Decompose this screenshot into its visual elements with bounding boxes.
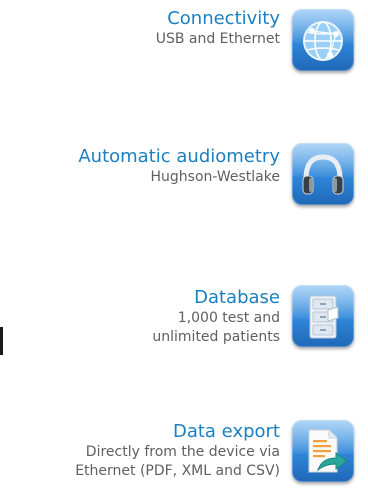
edge-mark: [0, 327, 3, 355]
headphones-icon: [292, 143, 354, 205]
feature-description: Ethernet (PDF, XML and CSV): [75, 463, 280, 479]
feature-text: Data export Directly from the device via…: [75, 421, 280, 481]
feature-description: Hughson-Westlake: [150, 169, 281, 185]
feature-description: 1,000 test and: [177, 310, 280, 326]
feature-description: USB and Ethernet: [155, 31, 280, 47]
feature-text: Connectivity USB and Ethernet: [156, 8, 280, 49]
feature-title: Data export: [172, 421, 280, 442]
feature-text: Automatic audiometry Hughson-Westlake: [78, 146, 280, 187]
feature-title: Automatic audiometry: [78, 146, 280, 167]
feature-description: Directly from the device via: [85, 444, 280, 460]
feature-description: unlimited patients: [152, 329, 280, 345]
file-cabinet-icon: [292, 285, 354, 347]
feature-title: Connectivity: [167, 8, 280, 29]
feature-title: Database: [194, 287, 280, 308]
document-export-icon: [292, 420, 354, 482]
feature-text: Database 1,000 test and unlimited patien…: [152, 287, 280, 347]
globe-network-icon: [292, 9, 354, 71]
